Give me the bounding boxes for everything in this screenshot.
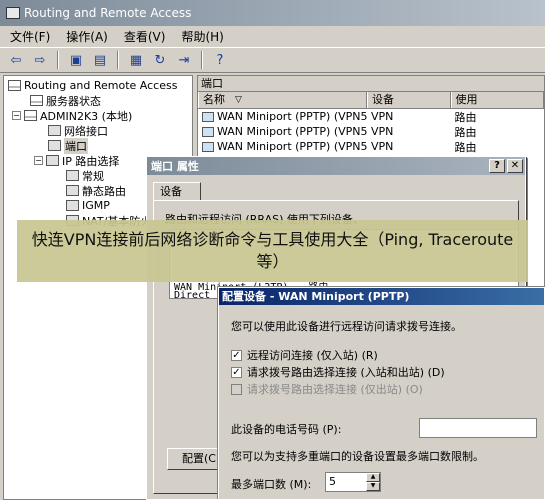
table-row[interactable]: WAN Miniport (PPTP) (VPN5-125) VPN 路由: [198, 139, 544, 154]
window-title: Routing and Remote Access: [24, 6, 192, 20]
spin-up-icon[interactable]: ▲: [366, 473, 380, 482]
tree-item-server-status[interactable]: 服务器状态: [30, 93, 101, 108]
tree-item-root[interactable]: Routing and Remote Access: [8, 78, 177, 93]
pane-title: 端口: [198, 76, 544, 92]
column-header-usage[interactable]: 使用: [450, 92, 544, 108]
ip-routing-icon: [46, 155, 59, 166]
remote-access-checkbox-row[interactable]: ✓ 远程访问连接 (仅入站) (R): [231, 347, 378, 363]
window-titlebar[interactable]: Routing and Remote Access: [0, 0, 545, 26]
menu-help[interactable]: 帮助(H): [181, 28, 223, 45]
tree-item-igmp[interactable]: IGMP: [66, 198, 110, 213]
static-routes-icon: [66, 185, 79, 196]
menu-file[interactable]: 文件(F): [10, 28, 50, 45]
collapse-icon[interactable]: −: [34, 156, 43, 165]
app-icon: [6, 7, 20, 19]
close-button[interactable]: ✕: [507, 159, 523, 173]
table-row[interactable]: WAN Miniport (PPTP) (VPN5-126) VPN 路由: [198, 124, 544, 139]
help-button[interactable]: ?: [489, 159, 505, 173]
show-hide-tree-icon[interactable]: ▤: [90, 50, 110, 70]
port-icon: [202, 111, 214, 122]
tree-item-static-routes[interactable]: 静态路由: [66, 183, 126, 198]
menu-action[interactable]: 操作(A): [66, 28, 108, 45]
dialog-titlebar[interactable]: 端口 属性 ? ✕: [147, 157, 525, 175]
toolbar-separator: [201, 51, 203, 69]
general-icon: [66, 170, 79, 181]
spin-down-icon[interactable]: ▼: [366, 482, 380, 491]
port-icon: [202, 126, 214, 137]
max-ports-label: 最多端口数 (M):: [231, 478, 312, 491]
collapse-icon[interactable]: −: [12, 111, 21, 120]
table-row[interactable]: WAN Miniport (PPTP) (VPN5-127) VPN 路由: [198, 109, 544, 124]
toolbar: ⇦ ⇨ ▣ ▤ ▦ ↻ ⇥ ?: [0, 47, 545, 73]
toolbar-separator: [117, 51, 119, 69]
tree-item-ports[interactable]: 端口: [48, 137, 88, 154]
port-icon: [202, 141, 214, 152]
server-icon: [24, 110, 37, 121]
tree-item-ip-routing[interactable]: − IP 路由选择: [34, 153, 119, 168]
menu-view[interactable]: 查看(V): [124, 28, 166, 45]
back-arrow-icon[interactable]: ⇦: [6, 50, 26, 70]
tree-item-network-interfaces[interactable]: 网络接口: [48, 123, 108, 138]
phone-number-label: 此设备的电话号码 (P):: [231, 423, 342, 436]
tab-devices[interactable]: 设备: [153, 182, 201, 201]
configure-button[interactable]: 配置(C)...: [167, 448, 223, 470]
sort-indicator-icon: ▽: [235, 95, 242, 105]
spin-buttons: ▲ ▼: [366, 473, 380, 491]
network-interface-icon: [48, 125, 61, 136]
max-ports-description: 您可以为支持多重端口的设备设置最多端口数限制。: [231, 450, 484, 463]
remote-access-checkbox[interactable]: ✓: [231, 349, 242, 361]
list-item[interactable]: Direct P: [174, 290, 222, 304]
phone-number-input[interactable]: [419, 418, 537, 438]
configure-device-dialog: 配置设备 - WAN Miniport (PPTP) 您可以使用此设备进行远程访…: [218, 287, 545, 500]
demand-dial-outbound-checkbox: [231, 383, 242, 395]
demand-dial-outbound-checkbox-row: 请求拨号路由选择连接 (仅出站) (O): [231, 381, 423, 397]
list-header: 名称 ▽ 设备 使用: [198, 92, 544, 109]
article-title-banner: 快连VPN连接前后网络诊断命令与工具使用大全（Ping, Traceroute等…: [17, 220, 528, 282]
tree-item-general[interactable]: 常规: [66, 168, 104, 183]
rras-icon: [8, 80, 21, 91]
refresh-icon[interactable]: ↻: [150, 50, 170, 70]
igmp-icon: [66, 200, 79, 211]
toolbar-separator: [57, 51, 59, 69]
forward-arrow-icon[interactable]: ⇨: [30, 50, 50, 70]
demand-dial-inout-checkbox-row[interactable]: ✓ 请求拨号路由选择连接 (入站和出站) (D): [231, 364, 445, 380]
export-list-icon[interactable]: ⇥: [174, 50, 194, 70]
column-header-name[interactable]: 名称 ▽: [198, 92, 367, 108]
config-intro-text: 您可以使用此设备进行远程访问请求拨号连接。: [231, 320, 462, 333]
help-icon[interactable]: ?: [210, 50, 230, 70]
up-folder-icon[interactable]: ▣: [66, 50, 86, 70]
tree-item-server[interactable]: − ADMIN2K3 (本地): [12, 108, 132, 123]
server-status-icon: [30, 95, 43, 106]
config-dialog-titlebar[interactable]: 配置设备 - WAN Miniport (PPTP): [219, 288, 544, 305]
menu-bar: 文件(F) 操作(A) 查看(V) 帮助(H): [0, 26, 545, 46]
properties-icon[interactable]: ▦: [126, 50, 146, 70]
max-ports-stepper[interactable]: 5 ▲ ▼: [325, 472, 381, 492]
ports-icon: [48, 140, 61, 151]
demand-dial-inout-checkbox[interactable]: ✓: [231, 366, 242, 378]
column-header-device[interactable]: 设备: [367, 92, 451, 108]
